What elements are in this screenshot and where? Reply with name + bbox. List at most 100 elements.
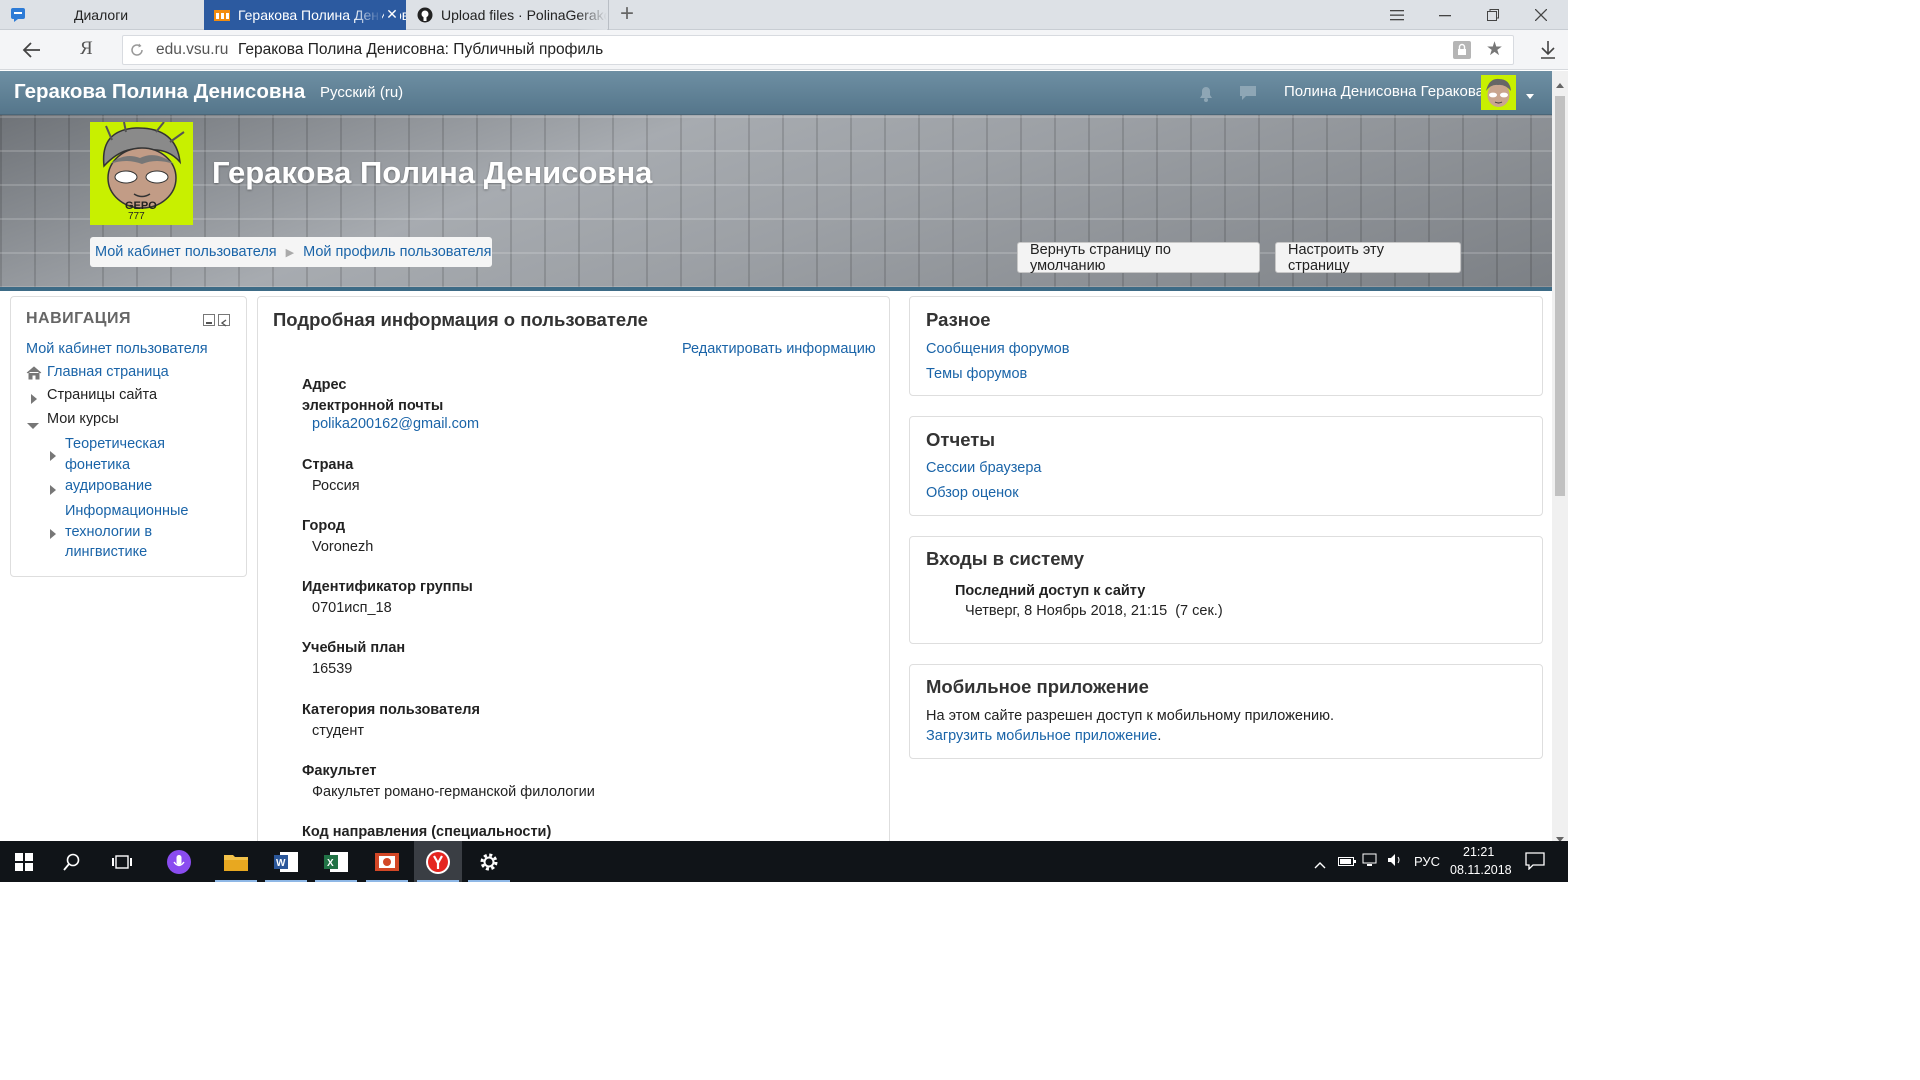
- reports-title: Отчеты: [926, 429, 996, 450]
- search-icon[interactable]: [48, 841, 96, 882]
- minimize-icon[interactable]: [1422, 0, 1468, 30]
- yandex-button[interactable]: Я: [80, 38, 100, 62]
- browser-toolbar: Я edu.vsu.ru Геракова Полина Денисовна: …: [0, 30, 1568, 70]
- last-access-label: Последний доступ к сайту: [955, 583, 1146, 599]
- close-tab-icon[interactable]: ✕: [384, 6, 400, 22]
- svg-text:W: W: [276, 858, 286, 869]
- chat-icon: [10, 7, 26, 23]
- user-menu-name[interactable]: Полина Денисовна Геракова: [1284, 83, 1484, 100]
- back-arrow-icon[interactable]: [20, 39, 44, 61]
- browser-tab-strip: Диалоги Геракова Полина Денисовна ✕ Uplo…: [0, 0, 1568, 30]
- clock-date[interactable]: 08.11.2018: [1450, 863, 1512, 877]
- user-avatar[interactable]: [1481, 75, 1516, 110]
- nav-home-link[interactable]: Главная страница: [47, 364, 169, 380]
- url-page-title: Геракова Полина Денисовна: Публичный про…: [238, 41, 604, 58]
- scroll-up-icon[interactable]: [1556, 75, 1564, 88]
- nav-dashboard-link[interactable]: Мой кабинет пользователя: [26, 341, 208, 357]
- windows-start-icon[interactable]: [0, 841, 48, 882]
- forum-posts-link[interactable]: Сообщения форумов: [926, 341, 1069, 357]
- network-icon[interactable]: [1362, 853, 1380, 867]
- moodle-icon: [214, 7, 230, 23]
- dock-block-icon[interactable]: [218, 314, 230, 327]
- bookmark-star-icon[interactable]: ★: [1486, 38, 1503, 61]
- reset-page-button[interactable]: Вернуть страницу по умолчанию: [1017, 242, 1260, 274]
- nav-course-phonetics[interactable]: Теоретическая фонетика: [65, 434, 165, 475]
- running-indicator: [265, 880, 307, 882]
- reload-icon[interactable]: [129, 42, 145, 58]
- menu-icon[interactable]: [1374, 0, 1420, 30]
- expand-arrow-icon[interactable]: [49, 482, 57, 495]
- windows-taskbar: W X РУС 21:21 08.11.2018: [0, 841, 1568, 882]
- logins-block: Входы в систему Последний доступ к сайту…: [909, 536, 1543, 644]
- mobile-app-block: Мобильное приложение На этом сайте разре…: [909, 664, 1543, 759]
- field-value-email[interactable]: polika200162@gmail.com: [312, 416, 479, 432]
- powerpoint-icon[interactable]: [363, 841, 411, 882]
- download-icon[interactable]: [1538, 39, 1558, 61]
- scroll-down-icon[interactable]: [1556, 830, 1564, 842]
- chevron-down-icon[interactable]: [1526, 87, 1534, 99]
- excel-icon[interactable]: X: [312, 841, 360, 882]
- battery-icon[interactable]: [1338, 854, 1356, 866]
- site-navbar: Геракова Полина Денисовна Русский (ru) П…: [0, 71, 1568, 115]
- settings-gear-icon[interactable]: [465, 841, 513, 882]
- alice-voice-icon[interactable]: [155, 841, 203, 882]
- collapse-block-icon[interactable]: [203, 314, 215, 326]
- field-label-faculty: Факультет: [302, 763, 377, 779]
- tab-dialogs[interactable]: Диалоги: [0, 0, 203, 30]
- word-icon[interactable]: W: [262, 841, 310, 882]
- customize-page-button[interactable]: Настроить эту страницу: [1275, 242, 1461, 274]
- breadcrumb: Мой кабинет пользователя ▶ Мой профиль п…: [90, 237, 492, 267]
- new-tab-button[interactable]: +: [614, 2, 640, 28]
- breadcrumb-dashboard[interactable]: Мой кабинет пользователя: [95, 244, 277, 260]
- breadcrumb-profile[interactable]: Мой профиль пользователя: [303, 244, 491, 260]
- forum-topics-link[interactable]: Темы форумов: [926, 366, 1027, 382]
- navigation-title: НАВИГАЦИЯ: [26, 310, 131, 327]
- scrollbar-thumb[interactable]: [1555, 96, 1565, 496]
- field-label-group-id: Идентификатор группы: [302, 579, 473, 595]
- yandex-browser-icon[interactable]: [414, 841, 462, 882]
- lock-icon[interactable]: [1453, 41, 1471, 59]
- nav-site-pages[interactable]: Страницы сайта: [47, 387, 157, 403]
- notification-bell-icon[interactable]: [1196, 83, 1216, 103]
- tab-github[interactable]: Upload files · PolinaGerakova: [407, 0, 607, 30]
- expand-arrow-icon[interactable]: [49, 448, 57, 461]
- address-bar[interactable]: edu.vsu.ru Геракова Полина Денисовна: Пу…: [122, 35, 1514, 65]
- chevron-up-icon[interactable]: [1314, 856, 1326, 869]
- svg-text:X: X: [327, 858, 334, 869]
- input-language[interactable]: РУС: [1414, 854, 1440, 869]
- volume-icon[interactable]: [1387, 853, 1403, 867]
- course-label-line: лингвистике: [65, 544, 148, 560]
- running-indicator: [315, 880, 357, 882]
- browser-sessions-link[interactable]: Сессии браузера: [926, 460, 1041, 476]
- profile-picture: GEPO 777: [90, 122, 193, 225]
- logins-title: Входы в систему: [926, 548, 1084, 569]
- close-window-icon[interactable]: [1518, 0, 1564, 30]
- site-name-link[interactable]: Геракова Полина Денисовна: [14, 80, 305, 104]
- expand-arrow-icon[interactable]: [30, 391, 38, 404]
- page-scrollbar[interactable]: [1552, 71, 1568, 842]
- expand-arrow-icon[interactable]: [49, 526, 57, 539]
- file-explorer-icon[interactable]: [212, 841, 260, 882]
- download-mobile-app-link[interactable]: Загрузить мобильное приложение: [926, 728, 1157, 744]
- running-indicator: [215, 880, 257, 882]
- messages-icon[interactable]: [1238, 83, 1258, 103]
- clock-time[interactable]: 21:21: [1463, 845, 1494, 859]
- restore-icon[interactable]: [1470, 0, 1516, 30]
- edit-profile-link[interactable]: Редактировать информацию: [682, 341, 876, 357]
- task-view-icon[interactable]: [98, 841, 146, 882]
- field-label-user-category: Категория пользователя: [302, 702, 480, 718]
- notifications-icon[interactable]: [1525, 852, 1545, 871]
- tab-profile[interactable]: Геракова Полина Денисовна ✕: [204, 0, 406, 30]
- language-menu[interactable]: Русский (ru): [320, 84, 403, 101]
- nav-course-it-linguistics[interactable]: Информационные технологии в лингвистике: [65, 501, 189, 563]
- running-indicator: [468, 880, 510, 882]
- running-indicator: [366, 880, 408, 882]
- collapse-arrow-icon[interactable]: [27, 417, 39, 429]
- grades-overview-link[interactable]: Обзор оценок: [926, 485, 1019, 501]
- nav-course-listening[interactable]: аудирование: [65, 478, 152, 494]
- field-value-user-category: студент: [312, 723, 364, 739]
- field-label-country: Страна: [302, 457, 354, 473]
- field-value-country: Россия: [312, 478, 360, 494]
- nav-my-courses[interactable]: Мои курсы: [47, 411, 119, 427]
- tab-fade: [352, 0, 382, 30]
